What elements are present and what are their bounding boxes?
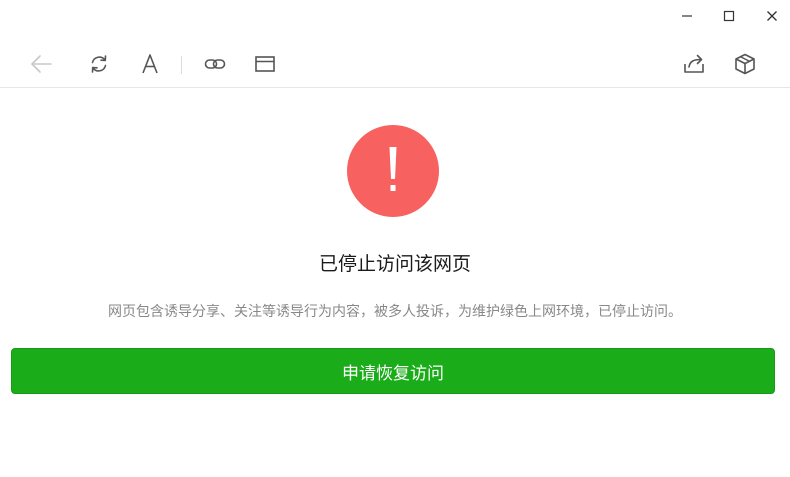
open-in-browser-button[interactable] xyxy=(251,50,279,78)
link-icon xyxy=(204,59,226,69)
refresh-button[interactable] xyxy=(85,50,113,78)
request-restore-button[interactable]: 申请恢复访问 xyxy=(11,348,775,394)
minimize-button[interactable] xyxy=(665,0,709,32)
more-button[interactable] xyxy=(731,50,759,78)
maximize-icon xyxy=(723,10,735,22)
minimize-icon xyxy=(682,15,692,17)
share-icon xyxy=(684,54,704,73)
font-size-button[interactable] xyxy=(136,50,164,78)
window-icon xyxy=(255,56,275,72)
warning-badge xyxy=(347,125,439,217)
share-button[interactable] xyxy=(680,50,708,78)
back-button[interactable] xyxy=(27,50,55,78)
copy-link-button[interactable] xyxy=(201,50,229,78)
font-size-icon xyxy=(142,54,158,74)
refresh-icon xyxy=(91,55,107,73)
block-reason-text: 网页包含诱导分享、关注等诱导行为内容，被多人投诉，为维护绿色上网环境，已停止访问… xyxy=(108,304,682,320)
exclamation-icon xyxy=(389,147,397,191)
cube-icon xyxy=(735,53,755,75)
maximize-button[interactable] xyxy=(707,0,751,32)
close-icon xyxy=(767,11,777,21)
toolbar xyxy=(0,40,790,88)
toolbar-separator xyxy=(181,56,182,74)
page-title: 已停止访问该网页 xyxy=(318,253,471,275)
browser-window: 已停止访问该网页 网页包含诱导分享、关注等诱导行为内容，被多人投诉，为维护绿色上… xyxy=(0,0,790,477)
back-arrow-icon xyxy=(31,55,52,73)
close-button[interactable] xyxy=(750,0,790,32)
